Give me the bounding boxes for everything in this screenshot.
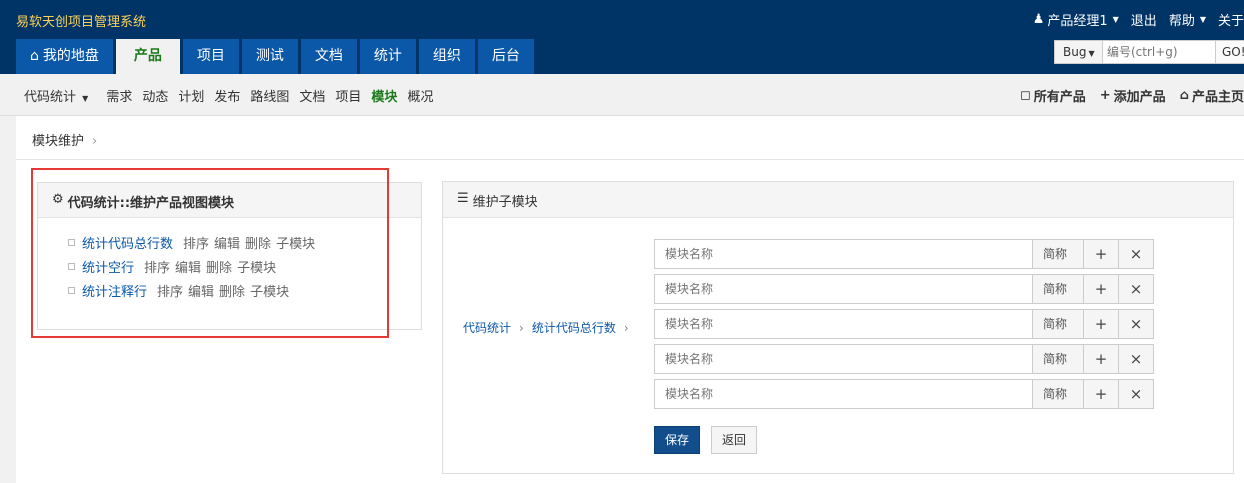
add-product-link[interactable]: + 添加产品 (1100, 86, 1166, 105)
product-switcher[interactable]: 代码统计 ▼ (24, 86, 88, 105)
module-name-input[interactable] (654, 344, 1033, 374)
remove-row-button[interactable]: × (1119, 274, 1154, 304)
remove-row-button[interactable]: × (1119, 344, 1154, 374)
all-products-label: 所有产品 (1033, 90, 1086, 105)
sitemap-icon: ☰ (457, 191, 469, 206)
add-row-button[interactable]: + (1084, 344, 1119, 374)
module-row: 简称 + × (654, 239, 1154, 269)
cube-icon: ◻ (1019, 88, 1031, 103)
module-name-input[interactable] (654, 309, 1033, 339)
user-menu: ♟ 产品经理1 ▼ 退出 帮助 ▼ 关于 (1033, 10, 1244, 29)
user-dropdown[interactable]: ♟ 产品经理1 ▼ (1033, 10, 1119, 29)
path-item[interactable]: 统计代码总行数 (532, 321, 616, 335)
user-icon: ♟ (1032, 12, 1045, 27)
panel-title: 维护子模块 (472, 195, 538, 210)
help-dropdown[interactable]: 帮助 ▼ (1169, 10, 1206, 29)
tab-my[interactable]: ⌂ 我的地盘 (16, 39, 113, 74)
search-type-label: Bug (1063, 45, 1087, 59)
search-box: Bug▼ GO! (1054, 40, 1244, 64)
tab-admin[interactable]: 后台 (477, 39, 534, 74)
add-product-label: 添加产品 (1113, 90, 1166, 105)
chevron-down-icon: ▼ (82, 94, 89, 103)
module-name-input[interactable] (654, 274, 1033, 304)
module-row: 简称 + × (654, 274, 1154, 304)
logout-link[interactable]: 退出 (1131, 10, 1157, 29)
back-button[interactable]: 返回 (711, 426, 757, 454)
subnav-project[interactable]: 项目 (335, 86, 361, 105)
user-name: 产品经理1 (1047, 14, 1108, 29)
tab-product[interactable]: 产品 (115, 39, 180, 74)
sub-nav-left: 代码统计 ▼ 需求 动态 计划 发布 路线图 文档 项目 模块 概况 (24, 86, 433, 105)
module-row: 简称 + × (654, 344, 1154, 374)
about-link[interactable]: 关于 (1218, 10, 1244, 29)
module-row: 简称 + × (654, 379, 1154, 409)
search-go-button[interactable]: GO! (1215, 41, 1244, 63)
breadcrumb-item[interactable]: 模块维护 › (32, 130, 97, 149)
module-name-input[interactable] (654, 239, 1033, 269)
chevron-down-icon: ▼ (1112, 15, 1119, 24)
save-button[interactable]: 保存 (654, 426, 700, 454)
product-home-label: 产品主页 (1191, 90, 1244, 105)
home-icon: ⌂ (1179, 88, 1189, 103)
tab-doc[interactable]: 文档 (300, 39, 357, 74)
product-home-link[interactable]: ⌂ 产品主页 (1180, 86, 1244, 105)
breadcrumb: 模块维护 › (16, 116, 1244, 160)
product-switcher-label: 代码统计 (24, 90, 77, 105)
subnav-plan[interactable]: 计划 (178, 86, 204, 105)
sub-nav: 代码统计 ▼ 需求 动态 计划 发布 路线图 文档 项目 模块 概况 ◻ 所有产品… (0, 74, 1244, 116)
highlight-box (31, 168, 389, 338)
plus-icon: + (1099, 88, 1111, 103)
help-label: 帮助 (1168, 14, 1195, 29)
remove-row-button[interactable]: × (1119, 379, 1154, 409)
parent-path: 代码统计 › 统计代码总行数 › (463, 319, 637, 336)
home-icon: ⌂ (30, 48, 39, 64)
main-nav: ⌂ 我的地盘 产品 项目 测试 文档 统计 组织 后台 (16, 39, 534, 74)
child-module-panel: ☰ 维护子模块 代码统计 › 统计代码总行数 › 简称 + × 简称 + × 简称 +… (442, 181, 1234, 474)
chevron-right-icon: › (623, 321, 629, 335)
subnav-module[interactable]: 模块 (371, 86, 397, 105)
app-title[interactable]: 易软天创项目管理系统 (16, 11, 146, 30)
chevron-right-icon: › (519, 321, 524, 335)
module-row: 简称 + × (654, 309, 1154, 339)
top-header: 易软天创项目管理系统 ♟ 产品经理1 ▼ 退出 帮助 ▼ 关于 ⌂ 我的地盘 产… (0, 0, 1244, 74)
module-name-input[interactable] (654, 379, 1033, 409)
subnav-doc[interactable]: 文档 (299, 86, 325, 105)
tab-test[interactable]: 测试 (241, 39, 298, 74)
chevron-down-icon: ▼ (1088, 49, 1095, 58)
short-name-field[interactable]: 简称 (1033, 309, 1084, 339)
all-products-link[interactable]: ◻ 所有产品 (1020, 86, 1086, 105)
subnav-dynamic[interactable]: 动态 (142, 86, 168, 105)
remove-row-button[interactable]: × (1119, 239, 1154, 269)
search-type-select[interactable]: Bug ▼ (1055, 41, 1103, 63)
remove-row-button[interactable]: × (1119, 309, 1154, 339)
search-input[interactable] (1103, 41, 1215, 63)
path-item[interactable]: 代码统计 (463, 321, 511, 335)
short-name-field[interactable]: 简称 (1033, 344, 1084, 374)
short-name-field[interactable]: 简称 (1033, 239, 1084, 269)
add-row-button[interactable]: + (1084, 239, 1119, 269)
subnav-release[interactable]: 发布 (214, 86, 240, 105)
form-actions: 保存 返回 (654, 426, 757, 454)
tab-report[interactable]: 统计 (359, 39, 416, 74)
add-row-button[interactable]: + (1084, 309, 1119, 339)
sub-nav-right: ◻ 所有产品 + 添加产品 ⌂ 产品主页 (1020, 86, 1244, 105)
module-rows: 简称 + × 简称 + × 简称 + × 简称 + × 简称 + × (654, 239, 1154, 414)
tab-company[interactable]: 组织 (418, 39, 475, 74)
short-name-field[interactable]: 简称 (1033, 274, 1084, 304)
short-name-field[interactable]: 简称 (1033, 379, 1084, 409)
chevron-down-icon: ▼ (1199, 15, 1206, 24)
subnav-story[interactable]: 需求 (106, 86, 132, 105)
panel-header: ☰ 维护子模块 (443, 182, 1233, 218)
tab-label: 我的地盘 (42, 48, 99, 64)
breadcrumb-label: 模块维护 (32, 134, 85, 149)
subnav-view[interactable]: 概况 (407, 86, 433, 105)
tab-project[interactable]: 项目 (182, 39, 239, 74)
add-row-button[interactable]: + (1084, 379, 1119, 409)
subnav-roadmap[interactable]: 路线图 (250, 86, 289, 105)
add-row-button[interactable]: + (1084, 274, 1119, 304)
chevron-right-icon: › (92, 134, 98, 149)
